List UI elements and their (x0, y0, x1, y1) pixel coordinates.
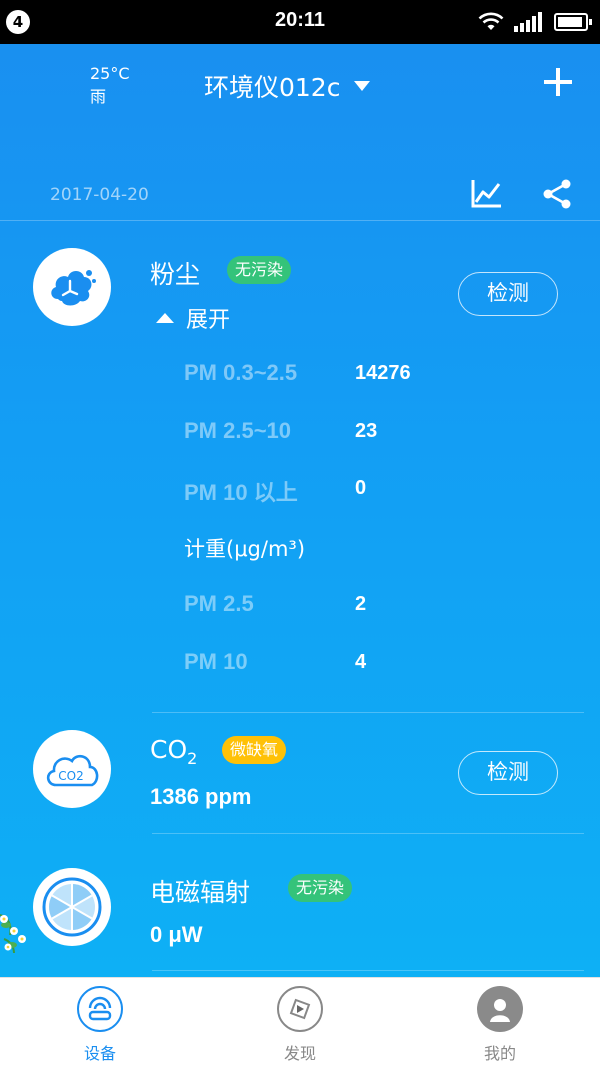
emr-title: 电磁辐射 (150, 878, 251, 907)
pm-weight-label: PM 2.5 (184, 591, 254, 616)
compass-icon (277, 986, 323, 1032)
nav-item-devices[interactable]: 设备 (50, 986, 150, 1064)
pm-count-label: PM 10 以上 (184, 480, 298, 505)
radiation-fan-icon (42, 877, 102, 937)
co2-check-button[interactable]: 检测 (458, 751, 558, 795)
co2-cloud-icon: CO2 (46, 754, 99, 787)
status-icons (478, 10, 592, 34)
expand-label: 展开 (186, 308, 231, 333)
pm-count-value: 23 (355, 420, 378, 442)
chevron-down-icon (354, 81, 371, 91)
app-screen: 4 20:11 25°C 雨 环境仪012c 2017-04-20 粉尘 无污染… (0, 0, 600, 977)
wifi-icon (478, 12, 504, 30)
co2-title-main: CO (150, 735, 188, 764)
pm-weight-value: 2 (355, 593, 367, 615)
co2-title-subscript: 2 (187, 749, 198, 768)
co2-status-badge: 微缺氧 (222, 736, 287, 764)
add-device-button[interactable] (542, 66, 574, 98)
pm-count-label: PM 0.3~2.5 (184, 360, 298, 385)
device-name: 环境仪012c (204, 73, 341, 102)
section-divider (152, 833, 584, 834)
profile-icon (477, 986, 523, 1032)
section-divider (152, 712, 584, 713)
co2-sensor-icon-circle: CO2 (33, 730, 111, 808)
pm-count-label: PM 2.5~10 (184, 418, 292, 443)
pm-weight-value: 4 (355, 651, 367, 673)
emr-status-badge: 无污染 (288, 874, 353, 902)
bottom-navigation: 设备 发现 我的 (0, 977, 600, 1067)
emr-sensor-icon-circle (33, 868, 111, 946)
nav-label-profile: 我的 (483, 1044, 516, 1063)
header-divider (0, 220, 600, 221)
co2-title: CO2 (150, 735, 197, 768)
caret-up-icon (156, 313, 174, 323)
dust-expand-toggle[interactable]: 展开 (156, 302, 230, 334)
weather-widget: 25°C 雨 (90, 62, 130, 108)
dust-sensor-icon-circle (33, 248, 111, 326)
nav-item-profile[interactable]: 我的 (450, 986, 550, 1064)
dust-cloud-icon (51, 270, 96, 306)
share-icon (543, 179, 571, 209)
dust-check-button[interactable]: 检测 (458, 272, 558, 316)
weather-temperature: 25°C (90, 64, 130, 83)
share-button[interactable] (540, 178, 574, 210)
date-label: 2017-04-20 (50, 185, 149, 205)
trend-chart-button[interactable] (470, 178, 504, 210)
weight-unit-label: 计重(μg/m³) (184, 537, 306, 561)
section-divider (152, 970, 584, 971)
flower-decoration-icon (0, 914, 26, 954)
co2-reading: 1386 ppm (150, 784, 252, 809)
status-bar: 4 20:11 (0, 0, 600, 44)
battery-icon (554, 13, 592, 31)
pm-count-value: 0 (355, 477, 367, 499)
device-selector[interactable]: 环境仪012c (204, 68, 371, 104)
nav-label-discover: 发现 (283, 1044, 316, 1063)
line-chart-icon (471, 180, 501, 208)
device-icon (77, 986, 123, 1032)
weather-description: 雨 (90, 87, 107, 106)
dust-status-badge: 无污染 (227, 256, 292, 284)
pm-count-value: 14276 (355, 362, 411, 384)
nav-label-devices: 设备 (83, 1044, 116, 1063)
pm-weight-label: PM 10 (184, 649, 248, 674)
dust-title: 粉尘 (150, 260, 201, 289)
nav-item-discover[interactable]: 发现 (250, 986, 350, 1064)
signal-icon (514, 12, 542, 32)
emr-reading: 0 μW (150, 922, 203, 947)
co2-icon-text: CO2 (58, 769, 83, 783)
